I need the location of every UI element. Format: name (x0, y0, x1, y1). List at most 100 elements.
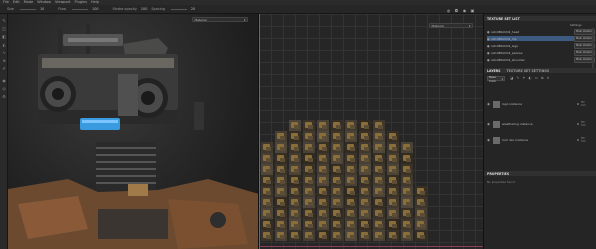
add-folder-icon[interactable]: ▭ (535, 76, 538, 81)
uv-island (401, 197, 413, 208)
uv-island (415, 186, 427, 197)
texture-set-scrollbar[interactable] (592, 28, 594, 68)
add-effect-icon[interactable]: ✦ (522, 76, 525, 81)
uv-island (303, 175, 315, 186)
properties-header: PROPERTIES (484, 171, 596, 176)
screenshot-icon[interactable]: ◘ (454, 8, 459, 13)
uv-island (303, 219, 315, 230)
texture-set-row[interactable]: ● retroBRAVO4_legs Main shader (487, 42, 595, 49)
duplicate-layer-icon[interactable]: ⧉ (541, 76, 544, 81)
layer-row[interactable]: ◉ logo instance ⧉ Pth 100 (487, 98, 589, 110)
stroke-opacity-value[interactable]: 100 (141, 7, 147, 11)
uv-island (261, 153, 273, 164)
texture-set-row[interactable]: ● retroBRAVO4_pelvise Main shader (487, 49, 595, 56)
texture-set-row[interactable]: ● retroBRAVO4_head Main shader (487, 28, 595, 35)
settings-icon[interactable]: ⚙ (2, 94, 7, 99)
layer-blend-mode[interactable]: Pth 100 (581, 137, 589, 143)
eraser-icon[interactable]: ◫ (2, 26, 7, 31)
uv-island (359, 120, 371, 131)
texture-set-row-selected[interactable]: ● retroBRAVO4_hip Main shader (487, 35, 595, 42)
uv-island (303, 208, 315, 219)
layer-row[interactable]: ◉ lock dec instance ⧉ Pth 100 (487, 134, 589, 146)
tab-layers[interactable]: LAYERS (487, 69, 500, 73)
uv-island (387, 153, 399, 164)
clone-icon[interactable]: ⊕ (2, 58, 7, 63)
display-settings-icon[interactable]: ▣ (470, 8, 475, 13)
bake-icon[interactable]: ◉ (2, 78, 7, 83)
flow-value[interactable]: 100 (92, 7, 98, 11)
add-paint-layer-icon[interactable]: ✎ (516, 76, 519, 81)
smudge-icon[interactable]: ∿ (2, 50, 7, 55)
tab-texture-set-settings[interactable]: TEXTURE SET SETTINGS (506, 69, 549, 73)
texture-set-row[interactable]: ● retroBRAVO4_shoulder Main shader (487, 56, 595, 63)
uv-island (317, 131, 329, 142)
render-settings-icon[interactable]: ◉ (462, 8, 467, 13)
render-icon[interactable]: ◎ (2, 86, 7, 91)
uv-island (401, 153, 413, 164)
uv-island (359, 230, 371, 241)
uv-island (359, 186, 371, 197)
uv-island (289, 186, 301, 197)
uv-island (275, 230, 287, 241)
spacing-value[interactable]: 20 (191, 7, 195, 11)
uv-island (275, 197, 287, 208)
stroke-opacity-label: Stroke opacity (112, 7, 137, 11)
uv-island (345, 219, 357, 230)
flow-slider[interactable] (72, 8, 89, 10)
layer-blend-mode[interactable]: Pth 100 (581, 101, 589, 107)
add-mask-icon[interactable]: ◐ (528, 76, 531, 81)
size-value[interactable]: 10 (40, 7, 44, 11)
uv-island (359, 175, 371, 186)
polygon-fill-icon[interactable]: ◭ (2, 42, 7, 47)
uv-island (387, 164, 399, 175)
uv-island (401, 230, 413, 241)
uv-island (261, 219, 273, 230)
texture-set-settings-button[interactable]: Settings (570, 23, 594, 27)
uv-island (331, 186, 343, 197)
camera-icon[interactable]: ◍ (446, 8, 451, 13)
uv-island (275, 219, 287, 230)
delete-layer-icon[interactable]: ✕ (547, 76, 550, 81)
right-panel: TEXTURE SET LIST Settings ● retroBRAVO4_… (483, 14, 596, 249)
uv-island (331, 131, 343, 142)
viewport-2d[interactable]: Material ▾ (259, 14, 483, 249)
color-picker-icon[interactable]: ✐ (2, 66, 7, 71)
uv-island (359, 142, 371, 153)
spacing-slider[interactable] (170, 8, 187, 10)
uv-island (415, 197, 427, 208)
visibility-icon[interactable]: ◉ (487, 102, 491, 106)
uv-island (359, 131, 371, 142)
visibility-icon[interactable]: ◉ (487, 122, 491, 126)
viewport-3d[interactable]: Material ▾ (8, 14, 259, 249)
uv-island (401, 175, 413, 186)
uv-island (317, 219, 329, 230)
uv-island (387, 219, 399, 230)
uv-island (387, 142, 399, 153)
uv-island (331, 208, 343, 219)
uv-island (261, 208, 273, 219)
uv-island (359, 208, 371, 219)
uv-island (289, 164, 301, 175)
layer-row[interactable]: ◉ weathering instance ⧉ Pth 100 (487, 118, 589, 130)
uv-island (373, 153, 385, 164)
projection-icon[interactable]: ◧ (2, 34, 7, 39)
texture-set-list-header: TEXTURE SET LIST (484, 16, 596, 21)
uv-island (359, 197, 371, 208)
uv-island (261, 142, 273, 153)
channel-dropdown[interactable]: Base Color ▾ (487, 75, 505, 83)
uv-island (303, 142, 315, 153)
uv-axis-v (259, 14, 260, 249)
uv-island (401, 208, 413, 219)
layer-blend-mode[interactable]: Pth 100 (581, 121, 589, 127)
instance-icon: ⧉ (576, 138, 579, 142)
add-fill-layer-icon[interactable]: ◪ (510, 76, 513, 81)
paint-brush-icon[interactable]: ✎ (2, 18, 7, 23)
material-dropdown-2d[interactable]: Material ▾ (429, 23, 473, 28)
uv-island (415, 230, 427, 241)
visibility-icon[interactable]: ◉ (487, 138, 491, 142)
uv-island (331, 230, 343, 241)
texture-set-name: retroBRAVO4_legs (491, 43, 518, 48)
uv-island (331, 164, 343, 175)
size-slider[interactable] (19, 8, 36, 10)
uv-island (317, 208, 329, 219)
